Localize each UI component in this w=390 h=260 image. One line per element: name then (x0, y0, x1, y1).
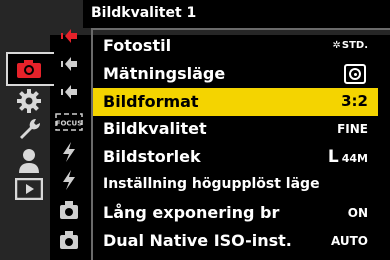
person-icon[interactable] (6, 146, 52, 176)
gear-icon[interactable] (6, 86, 52, 116)
menu-row-label: Dual Native ISO-inst. (103, 231, 292, 250)
menu-row-bildkvalitet[interactable]: Bildkvalitet FINE (93, 115, 378, 143)
wrench-icon[interactable] (6, 114, 52, 144)
menu-row-label: Fotostil (103, 36, 172, 55)
focus-icon[interactable]: FOCUS (52, 110, 86, 134)
menu-row-label: Bildformat (103, 92, 199, 111)
dual-iso-value: AUTO (330, 234, 368, 248)
menu-row-label: Mätningsläge (103, 64, 226, 83)
quality-value: FINE (337, 122, 368, 136)
menu-row-fotostil[interactable]: Fotostil ✲STD. (93, 32, 378, 60)
sun-icon: ✲ (332, 40, 341, 51)
menu-row-label: Bildstorlek (103, 147, 201, 166)
menu-row-bildformat[interactable]: Bildformat 3:2 (93, 88, 378, 116)
menu-row-label: Inställning högupplöst läge (103, 176, 320, 192)
menu-row-label: Bildkvalitet (103, 119, 207, 138)
page-title: Bildkvalitet 1 (91, 5, 197, 21)
menu-row-lang-exponering[interactable]: Lång exponering br ON (93, 199, 378, 227)
photo-menu-camera-icon[interactable] (6, 54, 52, 84)
flash-icon[interactable] (52, 168, 86, 192)
picture-size-value: L 44M (327, 147, 368, 167)
long-exposure-value: ON (347, 206, 368, 220)
menu-row-dual-native-iso[interactable]: Dual Native ISO-inst. AUTO (93, 227, 378, 255)
photo-style-value: ✲STD. (332, 40, 368, 51)
menu-row-matningslage[interactable]: Mätningsläge (93, 60, 378, 88)
metering-mode-icon (344, 64, 366, 84)
menu-row-label: Lång exponering br (103, 203, 280, 222)
flash-icon[interactable] (52, 140, 86, 164)
menu-row-hogupplost-lage[interactable]: Inställning högupplöst läge (93, 171, 378, 199)
focus-label: FOCUS (56, 120, 83, 128)
playback-icon[interactable] (6, 174, 52, 204)
aspect-ratio-value: 3:2 (341, 92, 368, 110)
page-arrows-icon[interactable] (52, 52, 86, 76)
camera-shake-icon[interactable] (52, 228, 86, 252)
page-arrows-icon[interactable] (52, 80, 86, 104)
page-arrows-active-icon[interactable] (52, 24, 86, 48)
menu-row-bildstorlek[interactable]: Bildstorlek L 44M (93, 143, 378, 171)
camera-shake-icon[interactable] (52, 198, 86, 222)
